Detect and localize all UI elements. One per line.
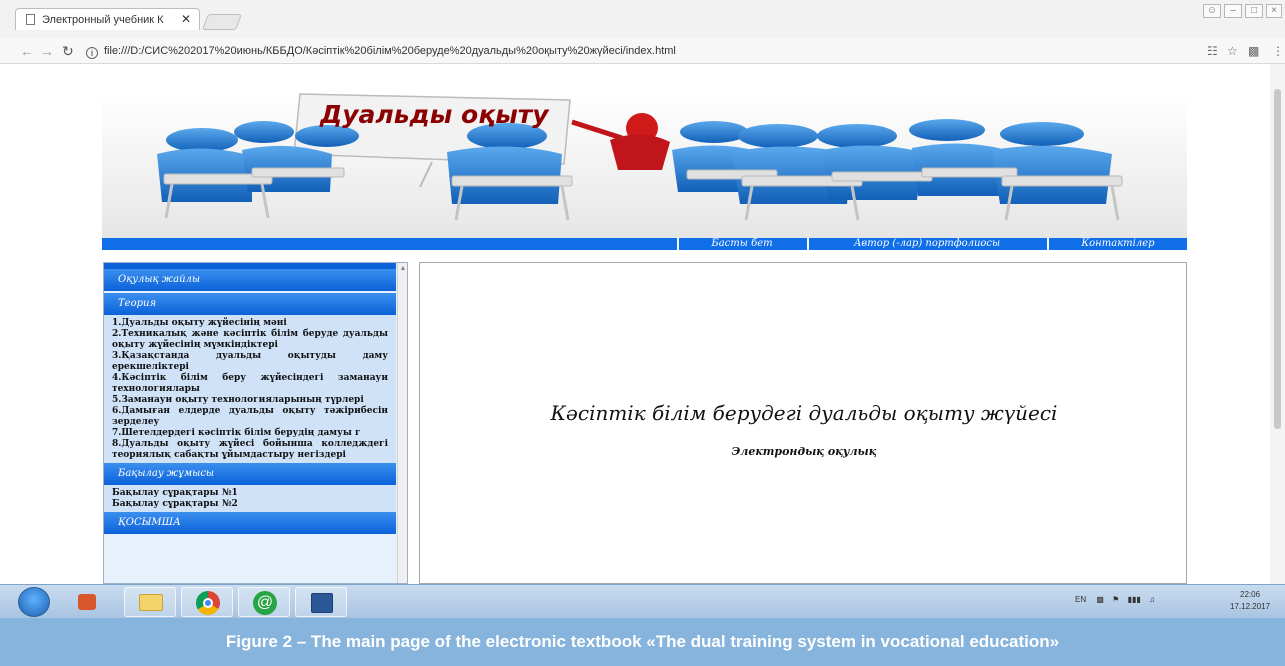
network-icon[interactable]: ▩ <box>1096 595 1104 604</box>
nav-link-home[interactable]: Басты бет <box>677 238 805 250</box>
scroll-up-arrow-icon[interactable]: ▲ <box>398 265 407 272</box>
sidebar-control-list: Бақылау сұрақтары №1 Бақылау сұрақтары №… <box>104 485 396 512</box>
folder-icon <box>139 594 163 611</box>
url-text: file:///D:/СИС%202017%20июнь/КББДО/Кәсіп… <box>104 45 676 57</box>
sidebar-theory-list: 1.Дуальды оқыту жүйесінің мәні 2.Техника… <box>104 315 396 463</box>
windows-taskbar: @ EN ▩ ⚑ ▮▮▮ ♫ 22:06 17.12.2017 <box>0 584 1285 618</box>
taskbar-explorer[interactable] <box>124 587 176 617</box>
sidebar-item[interactable]: 8.Дуальды оқыту жүйесі бойынша колледжде… <box>104 439 396 461</box>
textbook-title: Кәсіптік білім берудегі дуальды оқыту жү… <box>550 401 1058 425</box>
menu-kebab-icon[interactable]: ⋮ <box>1272 44 1284 58</box>
tab-title: Электронный учебник К <box>42 13 164 26</box>
start-button[interactable] <box>18 587 50 617</box>
sidebar-item[interactable]: 1.Дуальды оқыту жүйесінің мәні <box>104 318 396 329</box>
page-scrollbar[interactable] <box>1270 64 1285 584</box>
figure-caption: Figure 2 – The main page of the electron… <box>0 618 1285 666</box>
address-bar-row: ← → ↻ i file:///D:/СИС%202017%20июнь/КББД… <box>0 38 1285 64</box>
taskbar-clock[interactable]: 22:06 17.12.2017 <box>1230 589 1270 613</box>
taskbar-chrome[interactable] <box>181 587 233 617</box>
sidebar-item[interactable]: 2.Техникалық және кәсіптік білім беруде … <box>104 329 396 351</box>
reload-icon[interactable]: ↻ <box>62 43 74 60</box>
browser-titlebar: Электронный учебник К ✕ ☺ – □ × <box>0 0 1285 38</box>
close-window-icon[interactable]: × <box>1266 4 1282 18</box>
clock-time: 22:06 <box>1240 590 1261 599</box>
content-frame: Кәсіптік білім берудегі дуальды оқыту жү… <box>419 262 1187 584</box>
sidebar-item[interactable]: Бақылау сұрақтары №1 <box>104 488 396 499</box>
volume-icon[interactable]: ♫ <box>1149 595 1155 604</box>
sidebar-item[interactable]: 3.Қазақстанда дуальды оқытуды даму ерекш… <box>104 351 396 373</box>
sidebar-item[interactable]: 5.Заманауи оқыту технологияларының түрле… <box>104 395 396 406</box>
sidebar-item[interactable]: 7.Шетелдердегі кәсіптік білім берудің да… <box>104 428 396 439</box>
header-banner: Дуальды оқыту <box>102 92 1187 238</box>
page-scrollbar-thumb[interactable] <box>1274 89 1281 429</box>
new-tab-button[interactable] <box>202 14 242 30</box>
browser-tab[interactable]: Электронный учебник К ✕ <box>15 8 200 30</box>
url-field[interactable]: i file:///D:/СИС%202017%20июнь/КББДО/Кәсі… <box>86 42 1176 60</box>
back-arrow-icon[interactable]: ← <box>20 43 34 59</box>
mail-agent-icon: @ <box>253 591 277 615</box>
media-player-icon[interactable] <box>78 594 96 610</box>
taskbar-mail[interactable]: @ <box>238 587 290 617</box>
document-app-icon <box>311 593 333 613</box>
sidebar-scrollbar[interactable]: ▲ <box>397 263 407 583</box>
signal-icon[interactable]: ▮▮▮ <box>1128 595 1141 604</box>
extension-icon[interactable]: ▩ <box>1248 44 1259 58</box>
maximize-icon[interactable]: □ <box>1245 4 1263 18</box>
user-icon[interactable]: ☺ <box>1203 4 1221 18</box>
translate-icon[interactable]: ☷ <box>1207 44 1218 58</box>
flag-icon[interactable]: ⚑ <box>1112 595 1119 604</box>
bookmark-star-icon[interactable]: ☆ <box>1227 44 1238 58</box>
textbook-subtitle: Электрондық оқулық <box>731 445 877 458</box>
nav-link-contacts[interactable]: Контактілер <box>1047 238 1187 250</box>
sidebar-menu: Оқулық жайлы Теория 1.Дуальды оқыту жүйе… <box>103 262 408 584</box>
sidebar-section-appendix[interactable]: ҚОСЫМША <box>104 512 396 534</box>
screenshot-root: Электронный учебник К ✕ ☺ – □ × ← → ↻ if… <box>0 0 1285 666</box>
taskbar-word[interactable] <box>295 587 347 617</box>
sidebar-item[interactable]: 4.Кәсіптік білім беру жүйесіндегі замана… <box>104 373 396 395</box>
info-icon[interactable]: i <box>86 47 98 59</box>
forward-arrow-icon[interactable]: → <box>40 43 54 59</box>
nav-link-portfolio[interactable]: Автор (-лар) портфолиосы <box>807 238 1045 250</box>
minimize-icon[interactable]: – <box>1224 4 1242 18</box>
classroom-illustration <box>102 92 1187 238</box>
sidebar-section-theory[interactable]: Теория <box>104 293 396 315</box>
sidebar-section-about[interactable]: Оқулық жайлы <box>104 269 396 291</box>
banner-title: Дуальды оқыту <box>320 100 549 129</box>
close-tab-icon[interactable]: ✕ <box>181 12 191 26</box>
system-tray: EN ▩ ⚑ ▮▮▮ ♫ <box>1075 595 1155 604</box>
clock-date: 17.12.2017 <box>1230 602 1271 611</box>
language-indicator[interactable]: EN <box>1075 595 1086 604</box>
chrome-icon <box>196 591 220 615</box>
sidebar-section-control-work[interactable]: Бақылау жұмысы <box>104 463 396 485</box>
sidebar-item[interactable]: 6.Дамыған елдерде дуальды оқыту тәжірибе… <box>104 406 396 428</box>
document-icon <box>26 14 35 25</box>
sidebar-item[interactable]: Бақылау сұрақтары №2 <box>104 499 396 510</box>
